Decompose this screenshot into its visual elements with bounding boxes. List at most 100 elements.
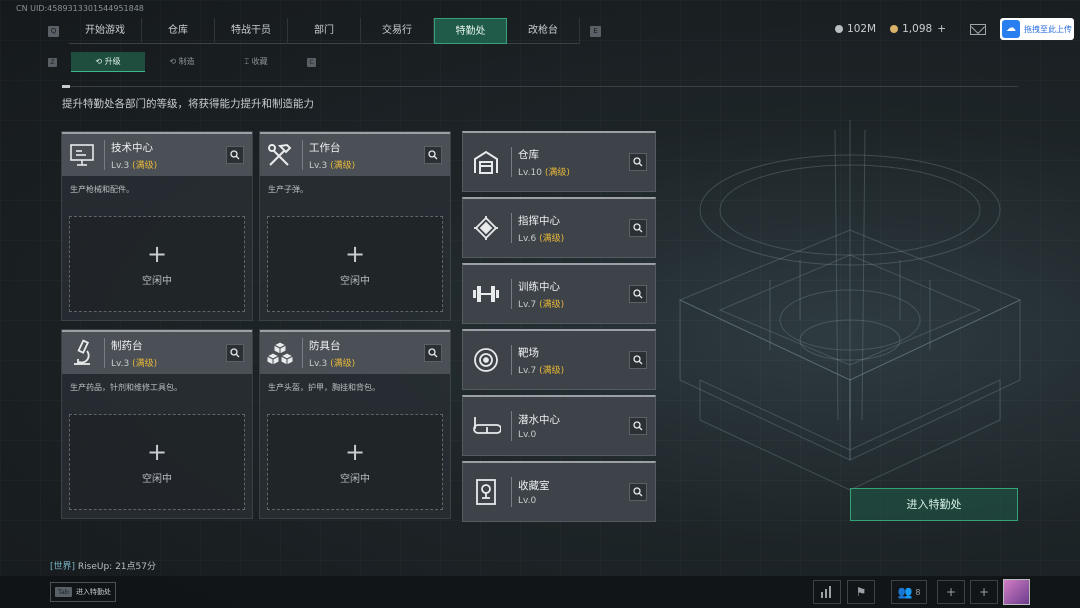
search-icon[interactable]	[629, 483, 647, 501]
tab-warehouse[interactable]: 仓库	[142, 18, 215, 44]
subnav-prev-key[interactable]: Z	[48, 57, 57, 67]
armor-cubes-icon	[260, 333, 300, 373]
level-value: Lv.3	[309, 358, 328, 369]
cloud-upload-icon: ☁	[1002, 20, 1020, 38]
search-icon[interactable]	[629, 351, 647, 369]
search-icon[interactable]	[629, 285, 647, 303]
dept-card-tech-center[interactable]: 技术中心 Lv.3 (满级) 生产枪械和配件。 + 空闲中	[61, 131, 253, 321]
dept-card-armor-bench[interactable]: 防具台 Lv.3 (满级) 生产头盔，护甲，胸挂和背包。 + 空闲中	[259, 329, 451, 519]
top-right-bar: 102M 1,098 + ☁ 拖拽至此上传	[835, 14, 1080, 44]
max-level-badge: (满级)	[330, 358, 356, 369]
subnav-next-key[interactable]: C	[307, 57, 316, 67]
tools-icon	[260, 135, 300, 175]
tab-department[interactable]: 部门	[288, 18, 361, 44]
dept-description: 生产药品，针剂和维修工具包。	[70, 383, 182, 392]
search-icon[interactable]	[629, 219, 647, 237]
flag-icon[interactable]: ⚑	[847, 580, 875, 604]
level-value: Lv.0	[518, 430, 537, 440]
subtab-craft[interactable]: ⟲ 制造	[145, 52, 219, 72]
gold-amount: 1,098	[902, 23, 933, 35]
tab-trade[interactable]: 交易行	[361, 18, 434, 44]
search-icon[interactable]	[226, 344, 244, 362]
search-icon[interactable]	[629, 153, 647, 171]
header-divider	[511, 213, 512, 243]
production-slot[interactable]: + 空闲中	[267, 216, 443, 312]
facility-name: 收藏室	[518, 480, 550, 492]
facility-collection-room[interactable]: 收藏室 Lv.0	[462, 461, 656, 522]
max-level-badge: (满级)	[544, 167, 570, 178]
upload-button[interactable]: ☁ 拖拽至此上传	[1000, 18, 1074, 40]
search-icon[interactable]	[424, 344, 442, 362]
facility-name: 潜水中心	[518, 414, 560, 426]
production-slot[interactable]: + 空闲中	[69, 216, 245, 312]
dept-card-workbench[interactable]: 工作台 Lv.3 (满级) 生产子弹。 + 空闲中	[259, 131, 451, 321]
level-value: Lv.3	[111, 160, 130, 171]
user-uid: CN UID:4589313301544951848	[16, 4, 144, 13]
subtab-collection-label: 收藏	[251, 57, 268, 66]
silver-amount: 102M	[847, 23, 877, 35]
diving-mask-icon	[463, 403, 509, 449]
upload-label: 拖拽至此上传	[1024, 24, 1072, 34]
dept-level: Lv.3 (满级)	[111, 356, 157, 369]
silver-coin-icon	[835, 25, 844, 33]
tab-gunsmith[interactable]: 改枪台	[507, 18, 580, 44]
facility-training-center[interactable]: 训练中心 Lv.7 (满级)	[462, 263, 656, 324]
mail-icon[interactable]	[970, 23, 986, 35]
card-header: 制药台 Lv.3 (满级)	[62, 330, 252, 374]
tab-special-ops[interactable]: 特勤处	[434, 18, 507, 44]
facility-diving-center[interactable]: 潜水中心 Lv.0	[462, 395, 656, 456]
add-slot-button-1[interactable]: +	[937, 580, 965, 604]
silver-currency: 102M	[835, 23, 876, 35]
page-description: 提升特勤处各部门的等级，将获得能力提升和制造能力	[62, 98, 314, 110]
tab-start-game[interactable]: 开始游戏	[69, 18, 142, 44]
level-value: Lv.7	[518, 299, 537, 310]
subtab-collection[interactable]: ⌶ 收藏	[219, 52, 293, 72]
facility-name: 靶场	[518, 346, 539, 359]
craft-icon: ⟲	[169, 57, 179, 66]
max-level-badge: (满级)	[132, 160, 158, 171]
target-icon	[463, 337, 509, 383]
add-icon: +	[146, 239, 168, 268]
tab-hint[interactable]: Tab 进入特勤处	[50, 582, 116, 602]
level-value: Lv.3	[111, 358, 130, 369]
tab-hint-label: 进入特勤处	[76, 588, 112, 596]
subtab-upgrade[interactable]: ⟲ 升级	[71, 52, 145, 72]
gold-currency[interactable]: 1,098 +	[890, 23, 946, 35]
facility-command-center[interactable]: 指挥中心 Lv.6 (满级)	[462, 197, 656, 258]
facility-name: 指挥中心	[518, 214, 560, 227]
header-divider	[302, 140, 303, 170]
collection-icon: ⌶	[244, 57, 252, 66]
chat-line[interactable]: [世界] RiseUp: 21点57分	[50, 559, 156, 572]
computer-icon	[62, 135, 102, 175]
search-icon[interactable]	[629, 417, 647, 435]
production-slot[interactable]: + 空闲中	[69, 414, 245, 510]
add-icon: +	[146, 437, 168, 466]
search-icon[interactable]	[424, 146, 442, 164]
header-divider	[511, 477, 512, 507]
level-value: Lv.3	[309, 160, 328, 171]
production-slot[interactable]: + 空闲中	[267, 414, 443, 510]
header-divider	[511, 279, 512, 309]
dept-description: 生产子弹。	[268, 185, 308, 194]
card-header: 技术中心 Lv.3 (满级)	[62, 132, 252, 176]
facility-shooting-range[interactable]: 靶场 Lv.7 (满级)	[462, 329, 656, 390]
friends-button[interactable]: 👥 8	[891, 580, 927, 604]
slot-status: 空闲中	[340, 275, 370, 287]
tab-operators[interactable]: 特战干员	[215, 18, 288, 44]
sub-nav: Z ⟲ 升级 ⟲ 制造 ⌶ 收藏 C	[48, 52, 316, 72]
max-level-badge: (满级)	[132, 358, 158, 369]
enter-special-ops-button[interactable]: 进入特勤处	[850, 488, 1018, 521]
gold-add-button[interactable]: +	[937, 23, 946, 35]
search-icon[interactable]	[226, 146, 244, 164]
dept-card-pharmacy[interactable]: 制药台 Lv.3 (满级) 生产药品，针剂和维修工具包。 + 空闲中	[61, 329, 253, 519]
stats-icon[interactable]	[813, 580, 841, 604]
nav-prev-key[interactable]: Q	[48, 25, 59, 37]
trophy-room-icon	[463, 469, 509, 515]
dept-name: 技术中心	[111, 141, 153, 154]
avatar[interactable]	[1003, 579, 1030, 605]
add-icon: +	[344, 437, 366, 466]
chat-channel: [世界]	[50, 562, 76, 572]
facility-warehouse[interactable]: 仓库 Lv.10 (满级)	[462, 131, 656, 192]
add-slot-button-2[interactable]: +	[970, 580, 998, 604]
nav-next-key[interactable]: E	[590, 25, 601, 37]
